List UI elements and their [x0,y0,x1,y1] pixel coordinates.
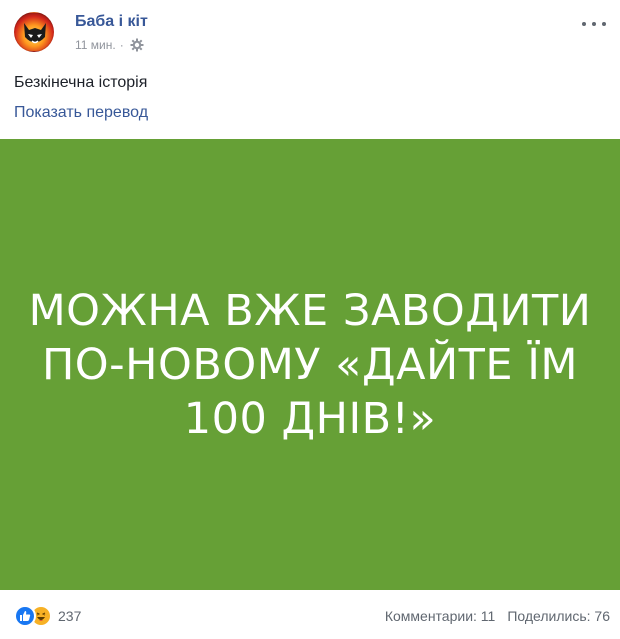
author-name[interactable]: Баба і кіт [75,13,148,31]
post-footer: 237 Комментарии: 11 Поделились: 76 [14,605,610,633]
post-time[interactable]: 11 мин. [75,38,116,52]
more-dot [602,22,606,26]
image-caption-text: МОЖНА ВЖЕ ЗАВОДИТИ ПО-НОВОМУ «ДАЙТЕ ЇМ 1… [28,285,592,444]
cat-mask-logo-icon [24,23,46,44]
more-dot [582,22,586,26]
meta-separator: · [119,38,124,52]
shares-count-link[interactable]: Поделились: 76 [507,608,610,624]
like-reaction-icon [14,605,36,627]
translate-link[interactable]: Показать перевод [14,104,148,122]
more-dot [592,22,596,26]
avatar[interactable] [14,12,54,52]
reactions-summary[interactable]: 237 [14,605,81,627]
privacy-gear-icon[interactable] [130,38,144,52]
post-stats: Комментарии: 11 Поделились: 76 [385,608,610,624]
post-text: Безкінечна історія [14,74,148,91]
reaction-count: 237 [58,608,82,624]
more-options-icon[interactable] [582,18,606,30]
post-meta: 11 мин. · [75,38,144,52]
post-header: Баба і кіт 11 мин. · [14,12,606,60]
post-image[interactable]: МОЖНА ВЖЕ ЗАВОДИТИ ПО-НОВОМУ «ДАЙТЕ ЇМ 1… [0,139,620,590]
comments-count-link[interactable]: Комментарии: 11 [385,608,496,624]
